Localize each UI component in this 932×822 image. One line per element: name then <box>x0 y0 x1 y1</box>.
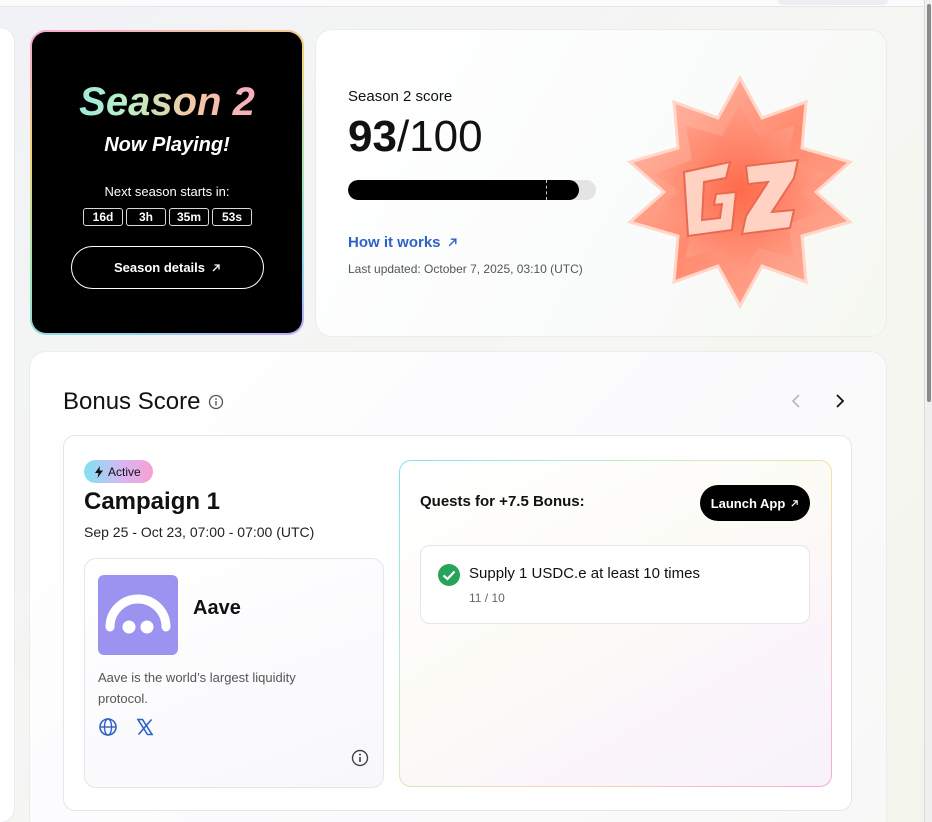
bonus-title: Bonus Score <box>63 388 224 416</box>
arrow-up-right-icon <box>791 499 799 507</box>
chevron-left-icon <box>791 394 800 408</box>
countdown-hours: 3h <box>126 208 166 226</box>
quests-title: Quests for +7.5 Bonus: <box>420 493 585 510</box>
campaign-title: Campaign 1 <box>84 488 221 515</box>
chevron-right-icon <box>836 394 845 408</box>
countdown-minutes: 35m <box>169 208 209 226</box>
season-title: Season 2 <box>32 80 302 125</box>
top-tab-edge <box>778 0 888 5</box>
countdown-days: 16d <box>83 208 123 226</box>
carousel-next-button[interactable] <box>834 392 846 415</box>
project-name: Aave <box>193 597 241 619</box>
score-number: 93 <box>348 112 397 161</box>
launch-app-button[interactable]: Launch App <box>700 485 810 521</box>
aave-logo <box>98 575 178 655</box>
score-max: /100 <box>396 112 483 161</box>
scrollbar-thumb[interactable] <box>927 4 931 402</box>
score-label: Season 2 score <box>348 88 453 105</box>
season-details-button[interactable]: Season details <box>71 246 264 289</box>
countdown: 16d 3h 35m 53s <box>83 208 252 226</box>
project-description: Aave is the world’s largest liquidity pr… <box>98 670 296 706</box>
globe-icon[interactable] <box>98 717 118 737</box>
arrow-up-right-icon <box>448 238 457 247</box>
x-twitter-icon[interactable] <box>135 717 155 737</box>
score-progress-marker <box>546 180 547 200</box>
score-progress-fill <box>348 180 579 200</box>
quest-item: Supply 1 USDC.e at least 10 times 11 / 1… <box>420 545 810 624</box>
quest-text: Supply 1 USDC.e at least 10 times <box>469 565 700 582</box>
countdown-seconds: 53s <box>212 208 252 226</box>
check-circle-icon <box>438 564 460 586</box>
bonus-score-card: Bonus Score Active Campaign 1 Sep 25 - O… <box>30 352 886 822</box>
season-details-label: Season details <box>113 260 206 275</box>
how-it-works-link[interactable]: How it works <box>348 234 458 251</box>
campaign-panel: Active Campaign 1 Sep 25 - Oct 23, 07:00… <box>63 435 852 811</box>
how-it-works-label: How it works <box>348 234 441 251</box>
lightning-icon <box>95 465 103 478</box>
launch-app-label: Launch App <box>710 495 786 511</box>
scrollbar[interactable] <box>924 0 932 822</box>
arrow-up-right-icon <box>212 263 220 271</box>
campaign-dates: Sep 25 - Oct 23, 07:00 - 07:00 (UTC) <box>84 524 315 540</box>
status-badge: Active <box>84 460 153 483</box>
score-progress-bar <box>348 180 596 200</box>
status-badge-label: Active <box>108 464 141 479</box>
season-card: Season 2 Now Playing! Next season starts… <box>30 30 304 335</box>
score-card: Season 2 score 93/100 How it works Last … <box>316 30 886 336</box>
score-value: 93/100 <box>348 112 483 162</box>
next-season-label: Next season starts in: <box>104 184 230 199</box>
project-card: Aave Aave is the world’s largest liquidi… <box>84 558 384 788</box>
season-badge-icon <box>626 74 854 310</box>
info-icon[interactable] <box>351 749 369 767</box>
last-updated: Last updated: October 7, 2025, 03:10 (UT… <box>348 262 583 276</box>
carousel-prev-button[interactable] <box>790 392 802 415</box>
quest-progress: 11 / 10 <box>469 591 505 605</box>
bonus-title-label: Bonus Score <box>63 388 201 415</box>
left-panel-edge <box>0 28 14 822</box>
quests-panel: Quests for +7.5 Bonus: Launch App Supply… <box>399 460 832 787</box>
info-icon[interactable] <box>208 394 224 410</box>
season-status: Now Playing! <box>104 134 230 156</box>
aave-ghost-icon <box>105 594 171 634</box>
